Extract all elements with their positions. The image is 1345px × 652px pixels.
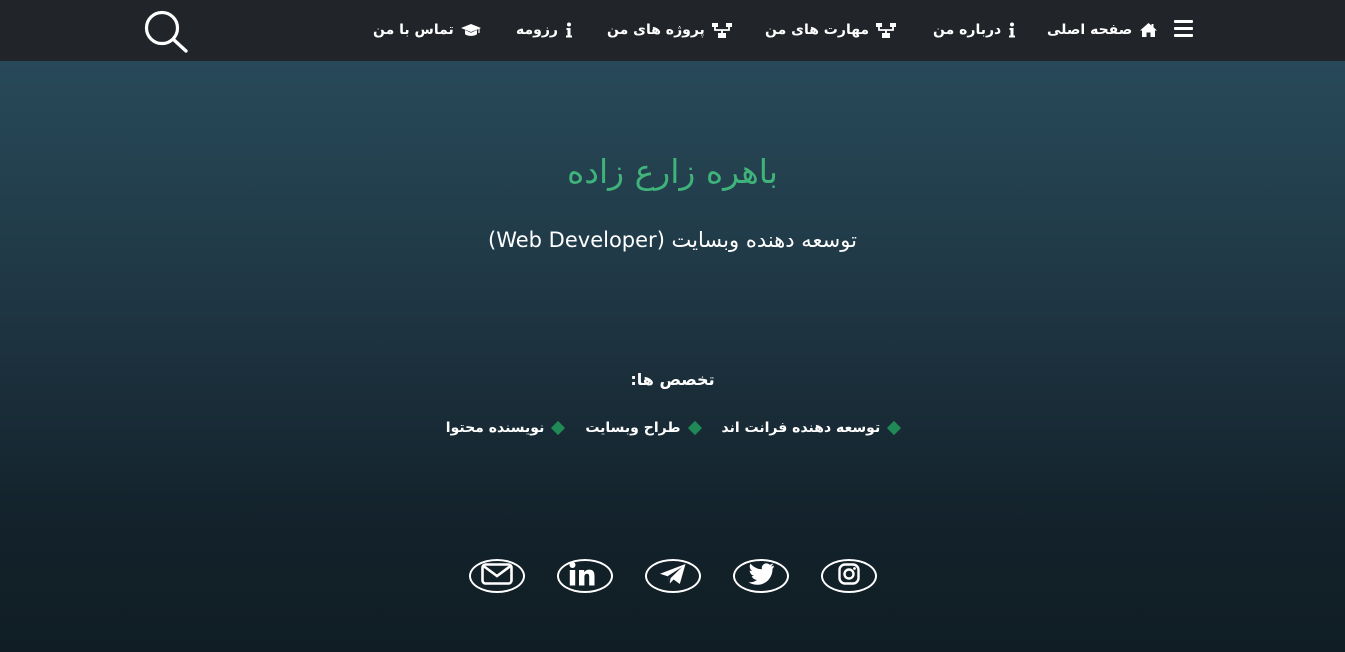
twitter-icon: [747, 563, 775, 589]
sitemap-icon: [876, 22, 897, 38]
linkedin-button[interactable]: [556, 559, 613, 593]
hero-name: باهره زارع زاده: [567, 152, 778, 191]
sitemap-icon: [711, 22, 732, 38]
specialty-label: نویسنده محتوا: [445, 420, 545, 436]
specialty-item: نویسنده محتوا: [445, 420, 566, 436]
nav-item-label: درباره من: [933, 22, 1002, 38]
specialty-label: طراح وبسایت: [585, 420, 681, 436]
nav-item-label: تماس با من: [373, 22, 454, 38]
specialties-list: توسعه دهنده فرانت اند طراح وبسایت نویسند…: [0, 420, 1345, 436]
nav-item-home[interactable]: صفحه اصلی: [1047, 17, 1158, 43]
hero-role: توسعه دهنده وبسایت (Web Developer): [488, 228, 857, 252]
nav-item-label: مهارت های من: [765, 22, 870, 38]
info-icon: [1008, 22, 1016, 38]
instagram-button[interactable]: [820, 559, 877, 593]
hamburger-menu-icon[interactable]: [1174, 20, 1193, 38]
diamond-bullet-icon: [551, 420, 566, 436]
telegram-icon: [659, 563, 687, 589]
nav-item-label: رزومه: [516, 22, 558, 38]
navbar: صفحه اصلی درباره من مهارت های من پروژه ه…: [0, 0, 1345, 61]
nav-item-contact[interactable]: تماس با من: [373, 17, 481, 43]
email-icon: [480, 563, 513, 589]
graduation-cap-icon: [460, 23, 481, 37]
home-icon: [1139, 22, 1158, 38]
search-button[interactable]: [140, 8, 190, 54]
email-button[interactable]: [468, 559, 525, 593]
diamond-bullet-icon: [687, 420, 702, 436]
linkedin-icon: [569, 562, 601, 590]
twitter-button[interactable]: [732, 559, 789, 593]
specialty-item: طراح وبسایت: [585, 420, 702, 436]
social-links: [0, 559, 1345, 593]
instagram-icon: [837, 563, 860, 589]
search-icon: [140, 10, 190, 58]
specialty-item: توسعه دهنده فرانت اند: [721, 420, 902, 436]
nav-item-projects[interactable]: پروژه های من: [607, 17, 732, 43]
nav-item-skills[interactable]: مهارت های من: [765, 17, 897, 43]
info-icon: [565, 22, 573, 38]
nav-item-label: صفحه اصلی: [1047, 22, 1133, 38]
nav-item-label: پروژه های من: [607, 22, 705, 38]
nav-item-resume[interactable]: رزومه: [516, 17, 573, 43]
nav-item-about[interactable]: درباره من: [933, 17, 1016, 43]
diamond-bullet-icon: [887, 420, 902, 436]
specialty-label: توسعه دهنده فرانت اند: [721, 420, 881, 436]
telegram-button[interactable]: [644, 559, 701, 593]
specialties-heading: تخصص ها:: [630, 370, 715, 389]
